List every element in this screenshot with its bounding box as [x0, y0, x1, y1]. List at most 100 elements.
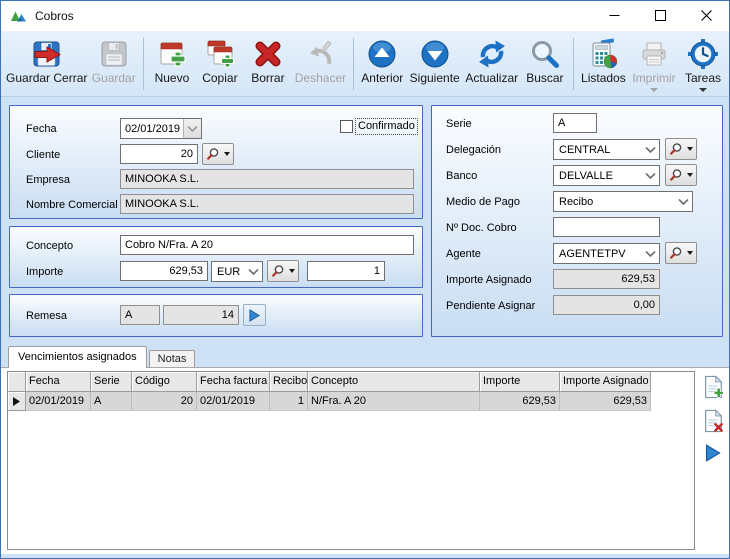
cell-importe[interactable]: 629,53 [480, 392, 560, 411]
toolbar-separator [143, 38, 144, 90]
chevron-down-icon [650, 88, 658, 92]
guardar-cerrar-button[interactable]: Guardar Cerrar [6, 35, 87, 87]
medio-pago-value: Recibo [559, 196, 678, 208]
fecha-value: 02/01/2019 [121, 123, 183, 135]
column-header-recibo: Recibo [270, 372, 308, 392]
cell-codigo[interactable]: 20 [132, 392, 197, 411]
remesa-go-button[interactable] [243, 304, 266, 326]
cambio-input[interactable] [307, 261, 385, 281]
moneda-lookup-button[interactable] [267, 260, 299, 282]
window-controls [591, 1, 729, 30]
toolbar-label: Borrar [251, 71, 284, 85]
num-doc-cobro-label: Nº Doc. Cobro [446, 218, 517, 238]
banco-label: Banco [446, 166, 477, 186]
importe-input[interactable] [120, 261, 208, 281]
cell-serie[interactable]: A [91, 392, 132, 411]
minimize-button[interactable] [591, 1, 637, 30]
save-close-icon [31, 37, 63, 70]
buscar-button[interactable]: Buscar [522, 35, 568, 87]
copiar-button[interactable]: Copiar [197, 35, 243, 87]
grid-header-row: Fecha Serie Código Fecha factura Recibo … [8, 372, 694, 392]
tab-content: Fecha Serie Código Fecha factura Recibo … [1, 368, 729, 554]
cell-fecha-factura[interactable]: 02/01/2019 [197, 392, 270, 411]
tab-notas[interactable]: Notas [149, 350, 196, 367]
nuevo-button[interactable]: Nuevo [149, 35, 195, 87]
cell-recibo[interactable]: 1 [270, 392, 308, 411]
empresa-value: MINOOKA S.L. [120, 169, 414, 189]
cliente-label: Cliente [26, 145, 60, 165]
toolbar: Guardar Cerrar Guardar [1, 31, 729, 97]
chevron-down-icon [224, 152, 230, 156]
importe-asignado-value: 629,53 [553, 269, 660, 289]
cliente-input[interactable] [120, 144, 198, 164]
empresa-label: Empresa [26, 170, 70, 190]
guardar-button[interactable]: Guardar [89, 35, 138, 87]
cliente-lookup-button[interactable] [202, 143, 234, 165]
deshacer-button[interactable]: Deshacer [293, 35, 348, 87]
tareas-button[interactable]: Tareas [680, 35, 726, 94]
toolbar-label: Tareas [685, 71, 721, 85]
agente-lookup-button[interactable] [665, 242, 697, 264]
toolbar-label: Copiar [202, 71, 237, 85]
add-line-button[interactable] [701, 374, 725, 400]
toolbar-label: Imprimir [632, 71, 675, 85]
delegacion-combobox[interactable]: CENTRAL [553, 139, 660, 160]
toolbar-label: Guardar Cerrar [6, 71, 87, 85]
fecha-combobox[interactable]: 02/01/2019 [120, 118, 202, 139]
moneda-combobox[interactable]: EUR [211, 261, 263, 282]
titlebar: Cobros [1, 1, 729, 31]
siguiente-button[interactable]: Siguiente [408, 35, 462, 87]
banco-combobox[interactable]: DELVALLE [553, 165, 660, 186]
anterior-button[interactable]: Anterior [359, 35, 406, 87]
current-row-icon [13, 397, 20, 406]
chevron-down-icon[interactable] [183, 119, 201, 138]
magnifier-icon [271, 264, 285, 278]
maximize-button[interactable] [637, 1, 683, 30]
num-doc-cobro-input[interactable] [553, 217, 660, 237]
banco-value: DELVALLE [559, 170, 645, 182]
agente-combobox[interactable]: AGENTETPV [553, 243, 660, 264]
confirmado-label[interactable]: Confirmado [356, 119, 417, 134]
medio-pago-label: Medio de Pago [446, 192, 520, 212]
delegacion-lookup-button[interactable] [665, 138, 697, 160]
tab-vencimientos-asignados[interactable]: Vencimientos asignados [8, 346, 147, 368]
cell-importe-asignado[interactable]: 629,53 [560, 392, 651, 411]
chevron-down-icon [687, 147, 693, 151]
customer-panel: Fecha 02/01/2019 Confirmado Cliente Empr… [9, 105, 423, 219]
toolbar-separator [353, 38, 354, 90]
nombre-comercial-label: Nombre Comercial [26, 195, 118, 215]
cell-concepto[interactable]: N/Fra. A 20 [308, 392, 480, 411]
moneda-value: EUR [217, 266, 248, 278]
actualizar-button[interactable]: Actualizar [464, 35, 520, 87]
print-icon [638, 37, 670, 70]
cell-fecha[interactable]: 02/01/2019 [26, 392, 91, 411]
delegacion-value: CENTRAL [559, 144, 645, 156]
delete-document-icon [702, 409, 724, 433]
serie-input[interactable] [553, 113, 597, 133]
chevron-down-icon [645, 173, 656, 179]
cobros-window: Cobros Guard [0, 0, 730, 559]
play-icon [248, 309, 261, 322]
confirmado-checkbox[interactable] [340, 120, 353, 133]
magnifier-icon [669, 142, 683, 156]
delegacion-label: Delegación [446, 140, 501, 160]
table-row[interactable]: 02/01/2019 A 20 02/01/2019 1 N/Fra. A 20… [8, 392, 694, 411]
toolbar-label: Buscar [526, 71, 563, 85]
toolbar-label: Deshacer [295, 71, 346, 85]
concepto-input[interactable] [120, 235, 414, 255]
listados-button[interactable]: Listados [579, 35, 628, 87]
close-button[interactable] [683, 1, 729, 30]
chevron-down-icon [289, 269, 295, 273]
chevron-down-icon [678, 199, 689, 205]
banco-lookup-button[interactable] [665, 164, 697, 186]
delete-line-button[interactable] [701, 408, 725, 434]
search-icon [529, 37, 561, 70]
remesa-label: Remesa [26, 306, 67, 326]
magnifier-icon [206, 147, 220, 161]
tab-strip: Vencimientos asignados Notas [1, 345, 729, 368]
remesa-panel: Remesa A 14 [9, 294, 423, 337]
go-to-line-button[interactable] [701, 440, 725, 466]
imprimir-button[interactable]: Imprimir [630, 35, 678, 94]
medio-pago-combobox[interactable]: Recibo [553, 191, 693, 212]
borrar-button[interactable]: Borrar [245, 35, 291, 87]
